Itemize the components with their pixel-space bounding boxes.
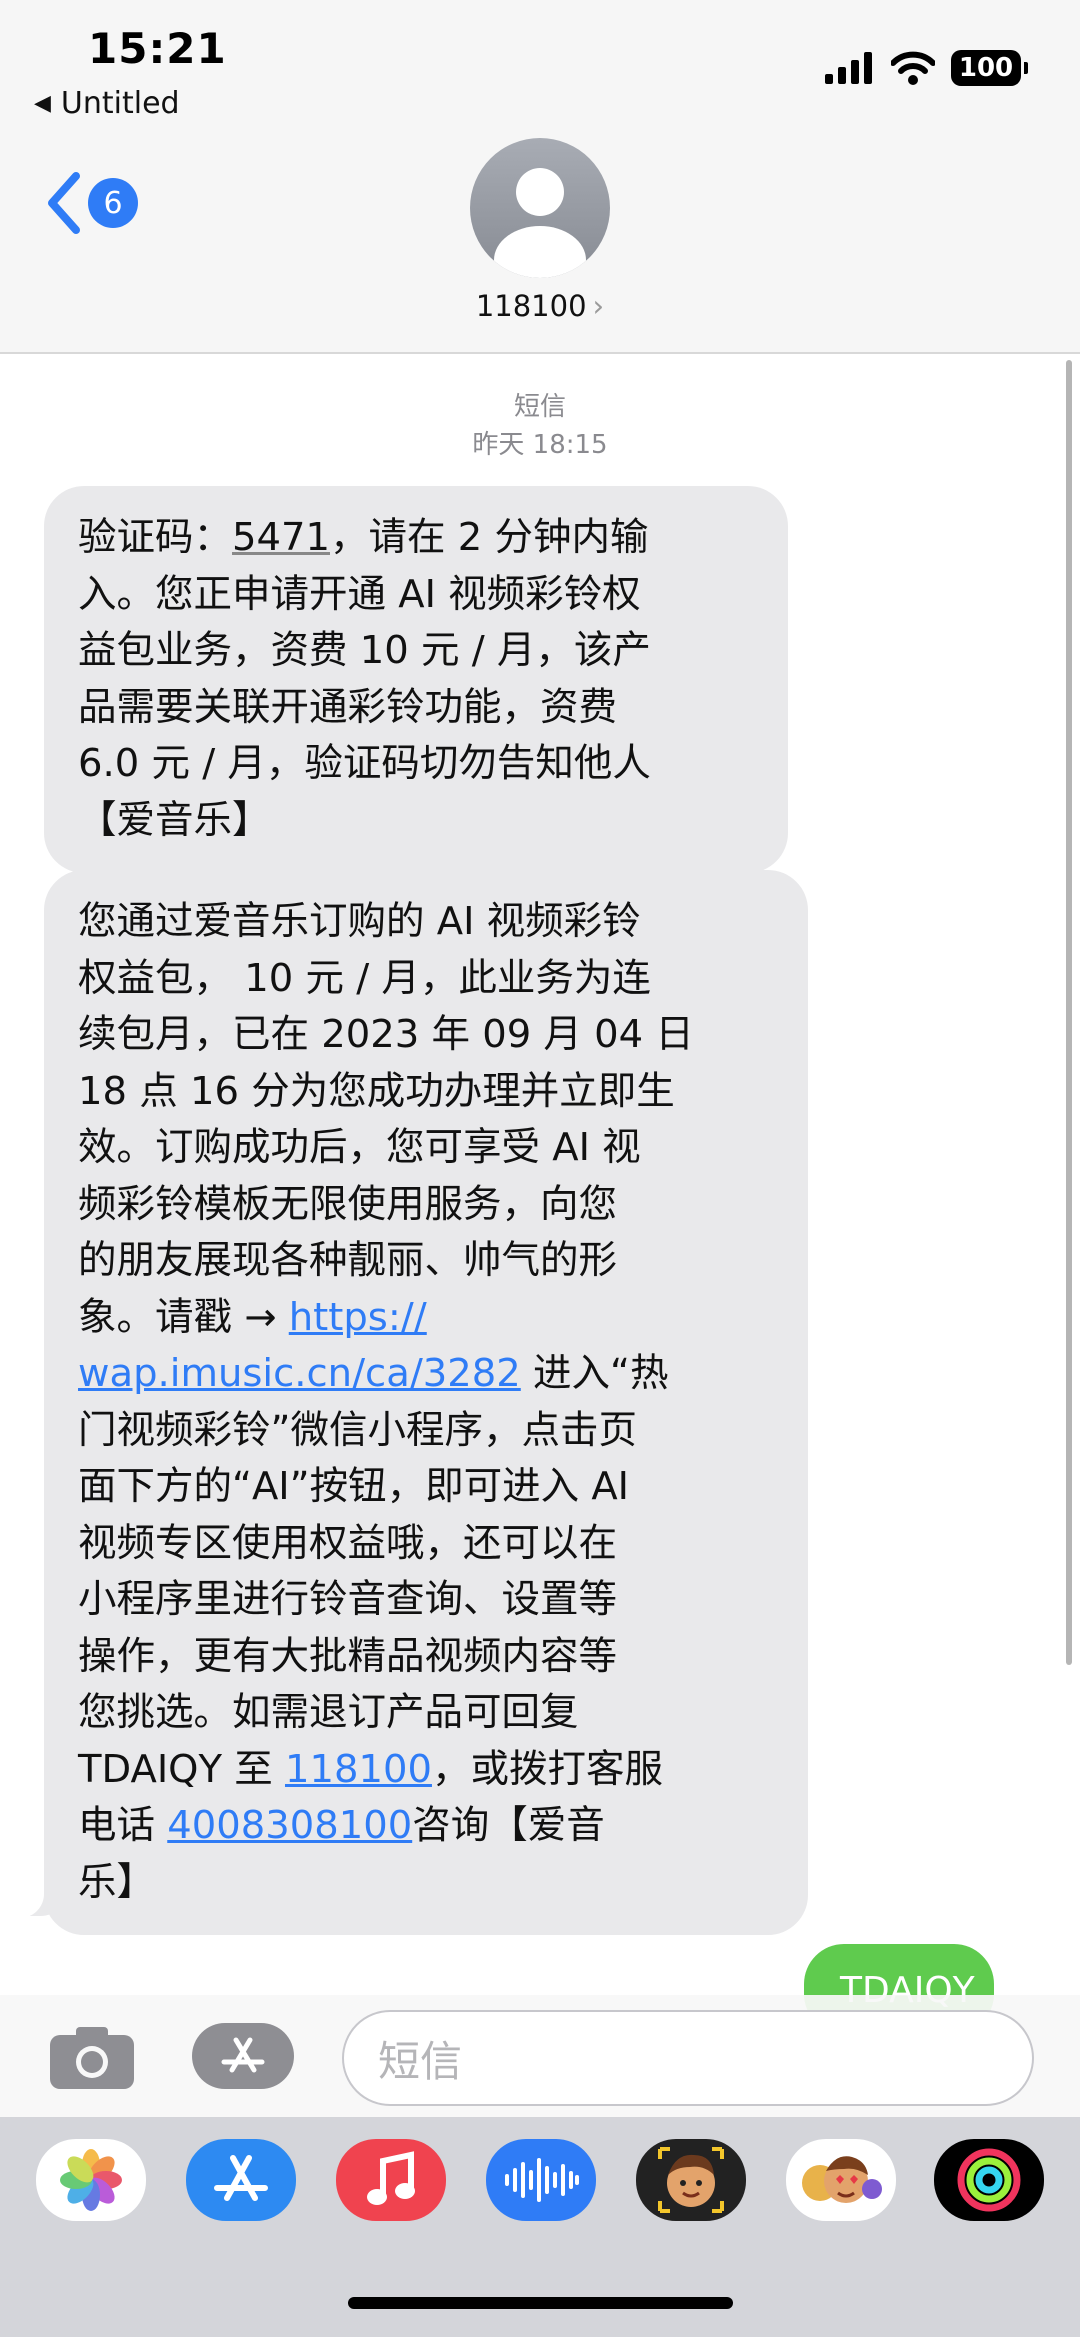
photos-icon [60, 2149, 122, 2211]
camera-button[interactable] [50, 2025, 134, 2093]
message-line: 续包月，已在 2023 年 09 月 04 日 [78, 1012, 694, 1057]
wifi-icon [891, 51, 935, 85]
verification-code[interactable]: 5471 [232, 515, 330, 560]
message-line: TDAIQY 至 118100，或拨打客服 [78, 1746, 663, 1792]
contact-name: 118100 [475, 289, 587, 323]
message-line: 乐】 [78, 1859, 156, 1905]
compose-bar: 短信 [0, 1995, 1080, 2117]
message-line: 效。订购成功后，您可享受 AI 视 [78, 1125, 641, 1170]
message-timestamp: 昨天 18:15 [472, 430, 608, 460]
message-meta: 短信 昨天 18:15 [0, 388, 1080, 464]
message-line: 的朋友展现各种靓丽、帅气的形 [78, 1238, 618, 1283]
activity-icon [957, 2148, 1021, 2212]
message-line: 频彩铃模板无限使用服务，向您 [78, 1181, 618, 1227]
message-line: wap.imusic.cn/ca/3282 进入“热 [78, 1351, 669, 1396]
app-store-app-button[interactable] [186, 2139, 296, 2221]
activity-app-button[interactable] [934, 2139, 1044, 2221]
message-bubble[interactable]: 您通过爱音乐订购的 AI 视频彩铃 权益包， 10 元 / 月，此业务为连 续包… [44, 870, 808, 1935]
status-time: 15:21 [88, 24, 227, 73]
music-icon [367, 2151, 415, 2205]
service-label: 短信 [513, 392, 566, 422]
message-line: 权益包， 10 元 / 月，此业务为连 [78, 955, 651, 1001]
message-line: 门视频彩铃”微信小程序，点击页 [78, 1407, 637, 1453]
message-line: 益包业务，资费 10 元 / 月，该产 [78, 628, 651, 673]
message-input[interactable]: 短信 [342, 2010, 1034, 2106]
app-store-icon [221, 2037, 265, 2073]
battery-icon: 100 [951, 50, 1021, 86]
apps-button[interactable] [192, 2023, 294, 2089]
message-line: 象。请戳 → https:// [78, 1294, 427, 1340]
message-line: 您挑选。如需退订产品可回复 [78, 1690, 579, 1735]
camera-icon [50, 2027, 134, 2089]
memoji-icon [658, 2147, 724, 2213]
memoji-app-button[interactable] [636, 2139, 746, 2221]
audio-waveform-icon [505, 2158, 579, 2202]
message-line: 您通过爱音乐订购的 AI 视频彩铃 [78, 899, 641, 944]
url-link[interactable]: wap.imusic.cn/ca/3282 [78, 1351, 521, 1396]
memoji-stickers-app-button[interactable] [786, 2139, 896, 2221]
status-icons: 100 [825, 50, 1028, 86]
unread-count-badge: 6 [88, 178, 138, 228]
battery-tip [1024, 62, 1028, 74]
photos-app-button[interactable] [36, 2139, 146, 2221]
message-line: 18 点 16 分为您成功办理并立即生 [78, 1068, 675, 1114]
phone-link[interactable]: 4008308100 [167, 1803, 412, 1848]
signal-icon [825, 52, 872, 84]
phone-link[interactable]: 118100 [285, 1747, 432, 1792]
back-button[interactable]: 6 [44, 172, 138, 234]
message-line: 6.0 元 / 月，验证码切勿告知他人 [78, 741, 651, 786]
message-line: 小程序里进行铃音查询、设置等 [78, 1577, 618, 1622]
contact-avatar[interactable] [470, 138, 610, 278]
message-line: 操作，更有大批精品视频内容等 [78, 1633, 618, 1679]
message-bubble[interactable]: 验证码：5471，请在 2 分钟内输 入。您正申请开通 AI 视频彩铃权 益包业… [44, 486, 788, 873]
music-app-button[interactable] [336, 2139, 446, 2221]
back-triangle-icon: ◀ [34, 91, 51, 116]
chevron-right-icon: › [592, 289, 605, 323]
memoji-stickers-icon [802, 2156, 882, 2203]
person-silhouette-icon [494, 168, 586, 278]
message-line: 视频专区使用权益哦，还可以在 [78, 1520, 618, 1566]
voice-memo-app-button[interactable] [486, 2139, 596, 2221]
message-line: 入。您正申请开通 AI 视频彩铃权 [78, 571, 641, 617]
url-link[interactable]: https:// [289, 1295, 427, 1340]
breadcrumb-label: Untitled [60, 86, 180, 121]
message-line: 面下方的“AI”按钮，即可进入 AI [78, 1464, 630, 1509]
message-line: 【爱音乐】 [78, 797, 271, 843]
return-to-app-link[interactable]: ◀ Untitled [34, 86, 180, 121]
app-store-icon [214, 2155, 268, 2201]
message-line: 电话 4008308100咨询【爱音 [78, 1803, 605, 1848]
message-line: 验证码：5471，请在 2 分钟内输 [78, 515, 649, 560]
scrollbar[interactable] [1066, 360, 1072, 1665]
home-indicator[interactable] [348, 2297, 733, 2309]
message-line: 品需要关联开通彩铃功能，资费 [78, 684, 618, 730]
contact-name-button[interactable]: 118100 › [0, 289, 1080, 323]
conversation-header: 15:21 ◀ Untitled 100 6 118100 › [0, 0, 1080, 354]
chevron-left-icon [48, 172, 80, 234]
